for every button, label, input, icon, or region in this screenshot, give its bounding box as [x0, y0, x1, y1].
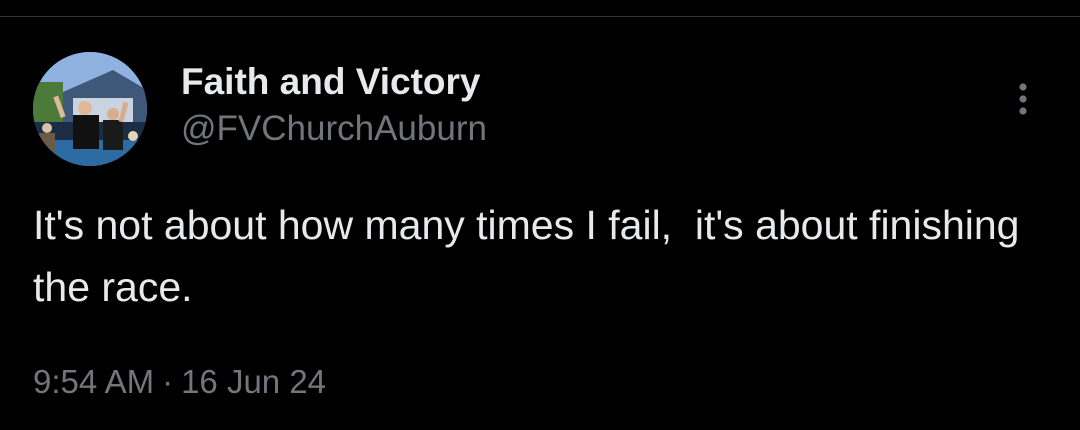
timestamp-separator: · — [162, 363, 174, 400]
tweet-time[interactable]: 9:54 AM — [33, 363, 154, 400]
more-vertical-icon — [1019, 83, 1027, 115]
tweet-date[interactable]: 16 Jun 24 — [181, 363, 326, 400]
tweet-text: It's not about how many times I fail, it… — [33, 202, 1031, 310]
more-options-button[interactable] — [1004, 77, 1042, 121]
tweet-timestamp: 9:54 AM · 16 Jun 24 — [33, 360, 326, 404]
author-info: Faith and Victory @FVChurchAuburn — [181, 60, 487, 150]
tweet: Faith and Victory @FVChurchAuburn It's n… — [0, 17, 1080, 430]
avatar-photo — [33, 52, 147, 166]
author-display-name[interactable]: Faith and Victory — [181, 60, 487, 104]
author-handle[interactable]: @FVChurchAuburn — [181, 108, 487, 150]
avatar[interactable] — [33, 52, 147, 166]
